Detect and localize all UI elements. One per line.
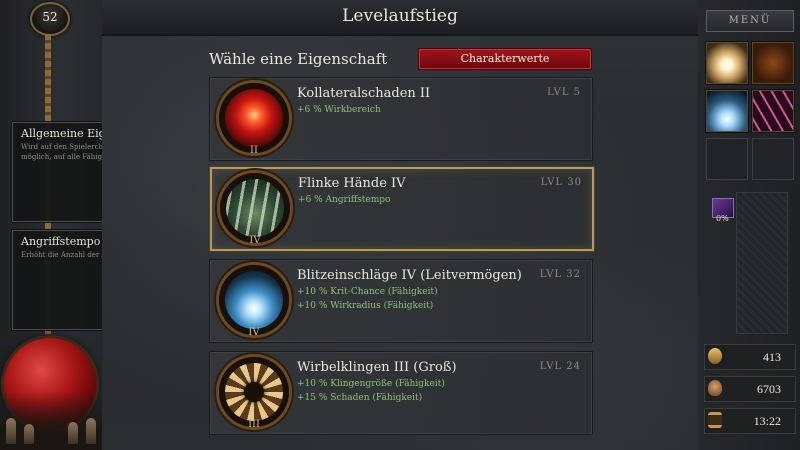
trait-card-flinke-haende[interactable]: IV Flinke Hände IV LVL 30 +6 % Angriffst…: [210, 167, 594, 251]
trait-level: LVL 24: [539, 361, 581, 372]
claw-tip: [68, 422, 78, 444]
trait-icon-frame: IV: [220, 173, 290, 246]
skull-icon: [708, 380, 722, 396]
trait-bonus: +15 % Schaden (Fähigkeit): [297, 393, 423, 403]
choose-trait-label: Wähle eine Eigenschaft: [209, 50, 388, 68]
claw-tip: [86, 418, 96, 444]
gold-counter: 413: [704, 344, 796, 370]
gold-coins-icon: [708, 348, 722, 364]
trait-rank: IV: [249, 235, 261, 246]
trait-icon-frame: III: [219, 357, 289, 430]
left-panel: 52: [0, 0, 102, 450]
player-level-number: 52: [42, 10, 58, 24]
trait-name: Blitzeinschläge IV (Leitvermögen): [297, 268, 522, 283]
kills-counter: 6703: [704, 376, 796, 402]
explosion-icon: [225, 89, 283, 147]
trait-bonus: +10 % Krit-Chance (Fähigkeit): [297, 287, 438, 297]
gold-value: 413: [763, 350, 781, 364]
lightning-icon: [225, 271, 283, 329]
trait-rank: IV: [248, 327, 260, 338]
claw-slash-icon[interactable]: [752, 90, 794, 132]
trait-bonus: +10 % Wirkradius (Fähigkeit): [297, 301, 434, 311]
trait-bonus: +6 % Wirkbereich: [297, 105, 381, 115]
trait-icon-frame: IV: [219, 265, 289, 338]
trait-icon-frame: II: [219, 83, 289, 156]
inventory-column: [736, 192, 788, 334]
trait-name: Kollateralschaden II: [297, 86, 431, 101]
trait-name: Wirbelklingen III (Groß): [297, 360, 457, 375]
hourglass-icon: [708, 412, 722, 428]
claw-tip: [6, 418, 16, 444]
grasping-hands-icon: [226, 179, 284, 237]
trait-bonus: +6 % Angriffstempo: [298, 195, 391, 205]
claw-tip: [24, 424, 34, 444]
light-burst-icon[interactable]: [706, 42, 748, 84]
trait-name: Flinke Hände IV: [298, 176, 406, 191]
level-up-panel: Wähle eine Eigenschaft Charakterwerte II…: [102, 36, 698, 450]
trait-card-wirbelklingen[interactable]: III Wirbelklingen III (Groß) LVL 24 +10 …: [210, 352, 592, 434]
trait-card-blitzeinschlaege[interactable]: IV Blitzeinschläge IV (Leitvermögen) LVL…: [210, 260, 592, 342]
empty-skill-slot[interactable]: [752, 138, 794, 180]
trait-level: LVL 32: [539, 269, 581, 280]
trait-rank: II: [250, 145, 258, 156]
page-title: Levelaufstieg: [342, 6, 458, 26]
time-value: 13:22: [753, 414, 781, 428]
time-counter: 13:22: [704, 408, 796, 434]
trait-level: LVL 5: [547, 87, 581, 98]
trait-rank: III: [248, 419, 260, 430]
chest-icon[interactable]: [752, 42, 794, 84]
kills-value: 6703: [757, 382, 781, 396]
trait-level: LVL 30: [540, 177, 582, 188]
ice-shards-icon[interactable]: [706, 90, 748, 132]
globe-claw-ornament: [0, 392, 102, 450]
buff-percent: 0%: [716, 214, 729, 223]
header-bar: Levelaufstieg: [102, 0, 698, 36]
trait-bonus: +10 % Klingengröße (Fähigkeit): [297, 379, 445, 389]
player-level-orb: 52: [30, 2, 70, 36]
trait-card-kollateralschaden[interactable]: II Kollateralschaden II LVL 5 +6 % Wirkb…: [210, 78, 592, 160]
character-values-button[interactable]: Charakterwerte: [418, 48, 592, 70]
menu-button[interactable]: MENÜ: [706, 10, 794, 32]
blade-hub: [244, 382, 264, 402]
empty-skill-slot[interactable]: [706, 138, 748, 180]
right-panel: MENÜ 0% 413 6703 13:22: [698, 0, 800, 450]
